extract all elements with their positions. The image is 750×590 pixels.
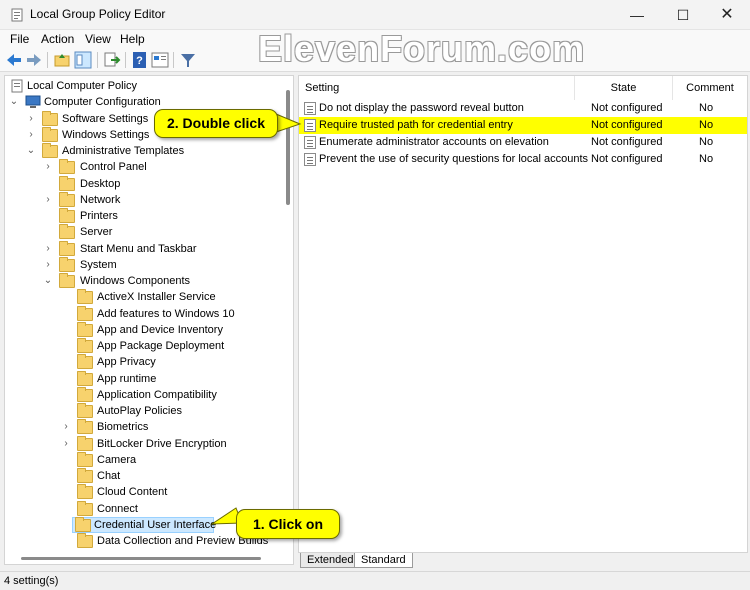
callout-click-on: 1. Click on — [236, 509, 340, 539]
callout-double-click: 2. Double click — [154, 109, 278, 138]
callout-arrow-2 — [275, 113, 302, 133]
callout-arrows — [210, 113, 302, 525]
